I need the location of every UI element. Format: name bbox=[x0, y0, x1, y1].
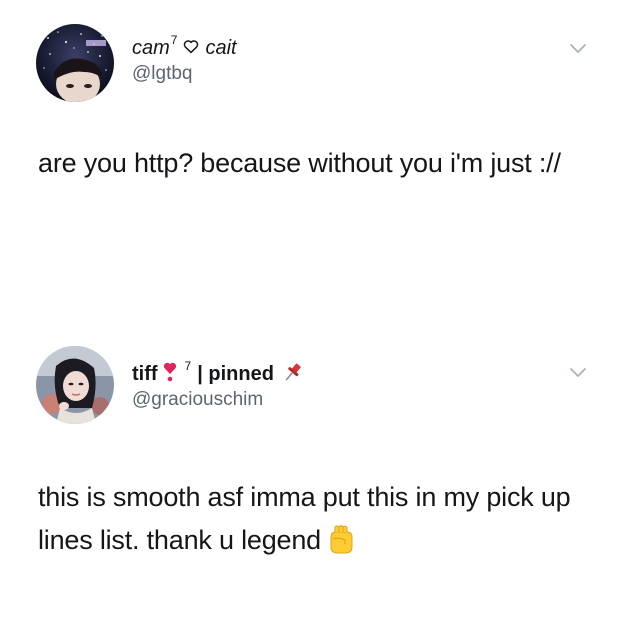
display-name-part1: cam bbox=[132, 37, 170, 59]
avatar[interactable] bbox=[36, 24, 114, 102]
display-name-part1: tiff bbox=[132, 362, 158, 385]
chevron-down-icon[interactable] bbox=[568, 42, 588, 56]
tweet-text-container: this is smooth asf imma put this in my p… bbox=[38, 476, 598, 568]
tweet-2[interactable]: tiff 7 | pinned @graciouschim this is sm… bbox=[0, 330, 640, 633]
tweet-1[interactable]: cam 7 cait @lgtbq are you http? because … bbox=[0, 0, 640, 300]
author-name-row[interactable]: tiff 7 | pinned bbox=[132, 358, 304, 388]
author-name-row[interactable]: cam 7 cait bbox=[132, 33, 237, 60]
avatar[interactable] bbox=[36, 346, 114, 424]
display-name-part2: cait bbox=[205, 37, 237, 59]
display-name-superscript: 7 bbox=[184, 358, 192, 373]
user-handle[interactable]: @lgtbq bbox=[132, 62, 193, 86]
tweet-text: this is smooth asf imma put this in my p… bbox=[38, 482, 571, 555]
pushpin-icon bbox=[282, 361, 304, 388]
display-name-part2: | pinned bbox=[197, 362, 274, 385]
display-name-superscript: 7 bbox=[170, 33, 178, 47]
raised-fist-icon bbox=[327, 525, 355, 568]
user-handle[interactable]: @graciouschim bbox=[132, 388, 263, 412]
heart-outline-icon bbox=[183, 39, 199, 59]
tweet-text: are you http? because without you i'm ju… bbox=[38, 148, 561, 178]
heart-exclamation-icon bbox=[163, 361, 177, 388]
chevron-down-icon[interactable] bbox=[568, 366, 588, 380]
